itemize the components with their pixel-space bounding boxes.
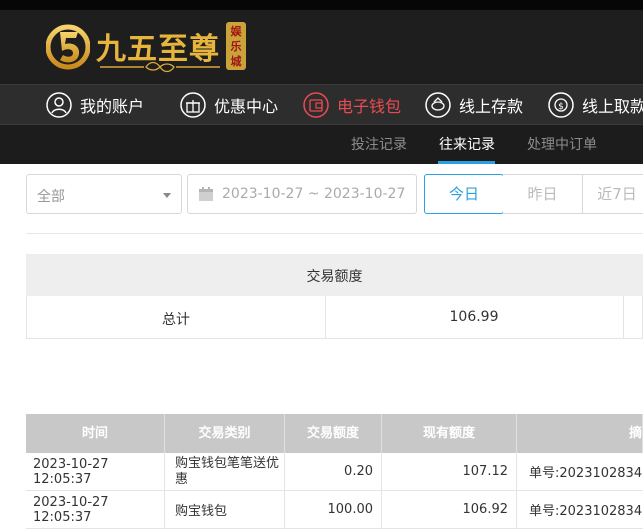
table-row: 2023-10-27 12:05:37 购宝钱包笔笔送优惠 0.20 107.1… bbox=[26, 453, 643, 491]
col-header-memo-label: 摘 bbox=[628, 426, 642, 441]
col-header-amount: 交易额度 bbox=[285, 414, 382, 453]
calendar-icon bbox=[199, 187, 213, 201]
cell-time: 2023-10-27 12:05:37 bbox=[26, 453, 165, 490]
cell-type: 购宝钱包笔笔送优惠 bbox=[165, 453, 285, 490]
summary-row: 总计 106.99 bbox=[26, 296, 643, 339]
divider bbox=[26, 233, 643, 234]
main-nav: 我的账户 优惠中心 电子钱包 线上存款 $ 线上取款 bbox=[0, 84, 643, 124]
summary-header-label: 交易额度 bbox=[306, 269, 363, 285]
cell-memo: 单号:20231028342 bbox=[529, 504, 643, 519]
date-range-value: 2023-10-27 ~ 2023-10-27 bbox=[222, 186, 406, 202]
nav-item-withdraw[interactable]: $ 线上取款 bbox=[548, 85, 643, 125]
col-header-memo: 摘 bbox=[517, 414, 643, 453]
cell-balance: 106.92 bbox=[382, 491, 517, 528]
table-row: 2023-10-27 12:05:37 购宝钱包 100.00 106.92 单… bbox=[26, 491, 643, 529]
svg-text:$: $ bbox=[558, 102, 564, 112]
chevron-down-icon bbox=[163, 193, 171, 198]
cell-divider bbox=[623, 296, 624, 338]
top-strip bbox=[0, 0, 643, 10]
nav-item-deposit[interactable]: 线上存款 bbox=[425, 85, 523, 125]
logo-emblem-icon[interactable] bbox=[46, 20, 90, 72]
date-range-input[interactable]: 2023-10-27 ~ 2023-10-27 bbox=[187, 174, 417, 214]
nav-item-wallet[interactable]: 电子钱包 bbox=[303, 85, 401, 125]
quick-yesterday-button[interactable]: 昨日 bbox=[503, 174, 583, 214]
nav-item-account[interactable]: 我的账户 bbox=[46, 85, 144, 125]
nav-item-promotions[interactable]: 优惠中心 bbox=[180, 85, 278, 125]
cell-time: 2023-10-27 12:05:37 bbox=[26, 491, 165, 528]
nav-item-label: 线上存款 bbox=[459, 97, 524, 116]
cell-amount: 0.20 bbox=[285, 453, 382, 490]
type-select-value: 全部 bbox=[37, 189, 65, 205]
cell-amount: 100.00 bbox=[285, 491, 382, 528]
gift-icon bbox=[180, 92, 206, 118]
col-header-time: 时间 bbox=[26, 414, 165, 453]
tab-transaction-records[interactable]: 往来记录 bbox=[439, 125, 495, 165]
summary-header: 交易额度 bbox=[26, 254, 643, 296]
wallet-icon bbox=[303, 92, 329, 118]
col-header-balance: 现有额度 bbox=[382, 414, 517, 453]
logo-ornament-icon bbox=[100, 61, 220, 73]
brand-badge: 娱乐城 bbox=[226, 22, 246, 70]
summary-total-value: 106.99 bbox=[449, 309, 499, 325]
active-tab-indicator bbox=[438, 161, 495, 164]
quick-7days-button[interactable]: 近7日 bbox=[582, 174, 643, 214]
nav-item-label: 线上取款 bbox=[582, 97, 643, 116]
col-header-type: 交易类别 bbox=[165, 414, 285, 453]
quick-today-button[interactable]: 今日 bbox=[424, 174, 504, 214]
nav-item-label: 电子钱包 bbox=[337, 97, 402, 116]
cell-balance: 107.12 bbox=[382, 453, 517, 490]
user-icon bbox=[46, 92, 72, 118]
nav-item-label: 我的账户 bbox=[80, 97, 145, 116]
summary-total-label: 总计 bbox=[162, 312, 190, 328]
withdraw-icon: $ bbox=[548, 92, 574, 118]
site-header: 九五至尊 娱乐城 bbox=[0, 10, 643, 84]
cell-type: 购宝钱包 bbox=[165, 491, 285, 528]
sub-nav: 投注记录 往来记录 处理中订单 bbox=[0, 124, 643, 164]
nav-item-label: 优惠中心 bbox=[214, 97, 279, 116]
type-select[interactable]: 全部 bbox=[26, 174, 182, 214]
deposit-icon bbox=[425, 92, 451, 118]
cell-memo: 单号:20231028342 bbox=[529, 466, 643, 481]
tab-bet-records[interactable]: 投注记录 bbox=[351, 125, 407, 165]
tab-pending-orders[interactable]: 处理中订单 bbox=[527, 125, 597, 165]
